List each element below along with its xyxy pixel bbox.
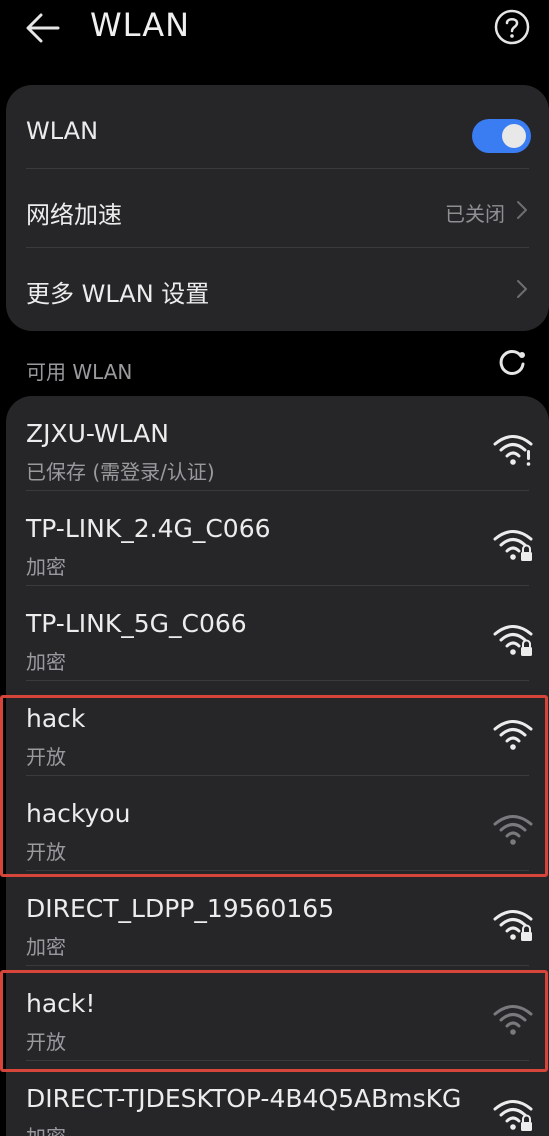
network-status: 加密 <box>26 555 66 579</box>
wifi-network-row[interactable]: hack 开放 <box>6 681 549 776</box>
network-ssid: TP-LINK_5G_C066 <box>26 609 247 638</box>
wifi-alert-icon <box>493 435 533 466</box>
wlan-list-card: ZJXU-WLAN 已保存 (需登录/认证) TP-LINK_2.4G_C066 加密… <box>6 396 549 1136</box>
network-ssid: hack! <box>26 989 96 1018</box>
network-acceleration-row[interactable]: 网络加速 已关闭 <box>6 169 549 247</box>
wifi-network-row[interactable]: hack! 开放 <box>6 966 549 1061</box>
network-ssid: hack <box>26 704 86 733</box>
wifi-lock-icon <box>493 910 533 941</box>
wifi-weak-icon <box>493 1005 533 1035</box>
network-status: 开放 <box>26 745 66 769</box>
help-button[interactable] <box>493 8 531 46</box>
network-status: 加密 <box>26 650 66 674</box>
network-status: 开放 <box>26 1030 66 1054</box>
question-circle-icon <box>494 9 530 45</box>
page-title: WLAN <box>90 6 191 44</box>
wifi-weak-icon <box>493 815 533 845</box>
wifi-network-row[interactable]: DIRECT-TJDESKTOP-4B4Q5ABmsKG 加密 <box>6 1061 549 1136</box>
top-bar: WLAN <box>0 0 549 56</box>
wifi-network-row[interactable]: TP-LINK_2.4G_C066 加密 <box>6 491 549 586</box>
wifi-lock-icon <box>493 1100 533 1131</box>
network-ssid: ZJXU-WLAN <box>26 419 169 448</box>
network-status: 已保存 (需登录/认证) <box>26 460 215 484</box>
wifi-lock-icon <box>493 625 533 656</box>
network-ssid: DIRECT-TJDESKTOP-4B4Q5ABmsKG <box>26 1084 462 1113</box>
refresh-button[interactable] <box>497 347 529 379</box>
wifi-network-row[interactable]: TP-LINK_5G_C066 加密 <box>6 586 549 681</box>
network-acceleration-value: 已关闭 <box>445 202 505 226</box>
wifi-network-row[interactable]: hackyou 开放 <box>6 776 549 871</box>
wifi-lock-icon <box>493 530 533 561</box>
more-wlan-settings-label: 更多 WLAN 设置 <box>26 280 210 308</box>
wifi-icon <box>493 720 533 750</box>
available-wlan-label: 可用 WLAN <box>26 360 133 384</box>
wlan-toggle-switch[interactable] <box>472 119 531 153</box>
refresh-icon <box>499 349 525 375</box>
wlan-settings-card: WLAN 网络加速 已关闭 更多 WLAN 设置 <box>6 85 549 331</box>
more-wlan-settings-row[interactable]: 更多 WLAN 设置 <box>6 248 549 326</box>
network-ssid: hackyou <box>26 799 131 828</box>
toggle-knob <box>502 124 526 148</box>
wifi-network-row[interactable]: ZJXU-WLAN 已保存 (需登录/认证) <box>6 396 549 491</box>
arrow-left-icon <box>26 13 60 43</box>
network-ssid: DIRECT_LDPP_19560165 <box>26 894 335 923</box>
network-status: 加密 <box>26 1121 66 1136</box>
network-ssid: TP-LINK_2.4G_C066 <box>26 514 271 543</box>
network-acceleration-label: 网络加速 <box>26 201 122 229</box>
back-button[interactable] <box>24 8 64 48</box>
chevron-right-icon <box>517 280 527 298</box>
wifi-network-row[interactable]: DIRECT_LDPP_19560165 加密 <box>6 871 549 966</box>
network-status: 加密 <box>26 935 66 959</box>
chevron-right-icon <box>517 201 527 219</box>
network-status: 开放 <box>26 840 66 864</box>
wlan-toggle-row[interactable]: WLAN <box>6 91 549 169</box>
wlan-label: WLAN <box>26 117 99 145</box>
